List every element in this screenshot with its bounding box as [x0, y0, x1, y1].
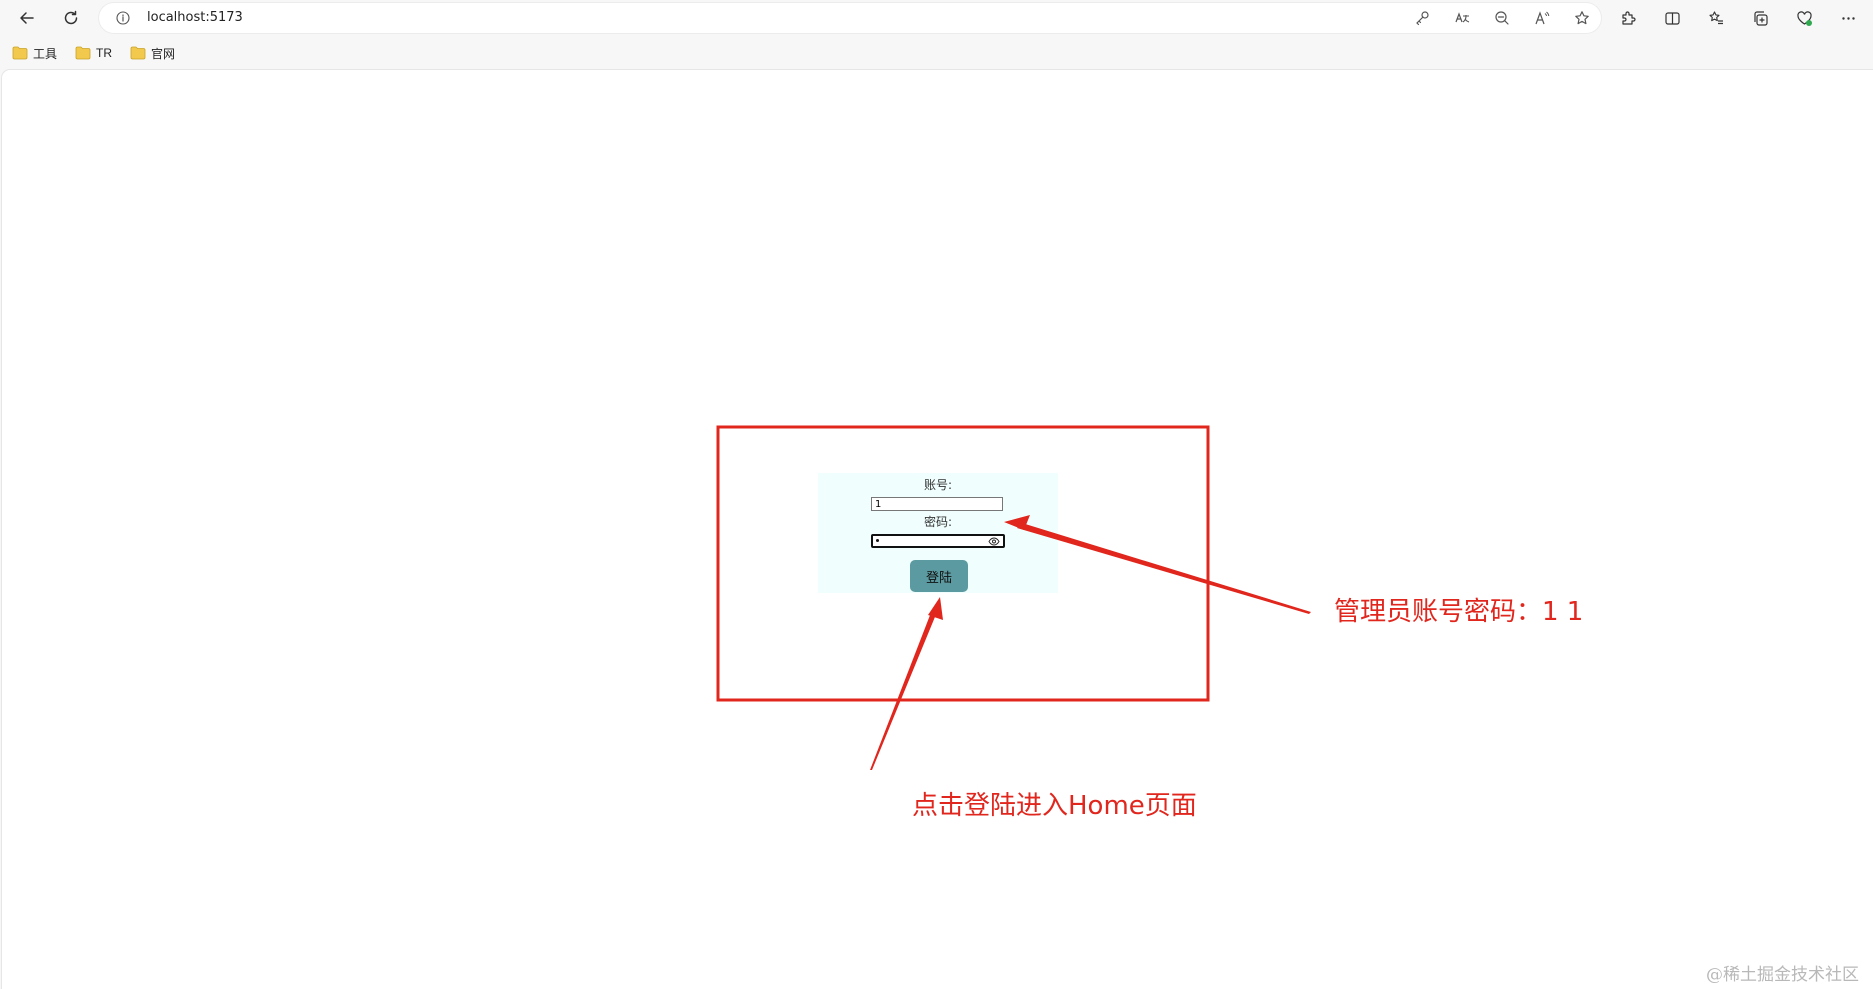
translate-button[interactable]: [1451, 8, 1473, 28]
translate-icon: [1455, 12, 1470, 23]
password-mask-dot: [876, 539, 879, 542]
refresh-icon: [64, 10, 78, 25]
url-text[interactable]: localhost:5173: [147, 10, 243, 25]
click-login-note: 点击登陆进入Home页面: [912, 791, 1197, 821]
bookmark-tools[interactable]: 工具: [12, 44, 57, 62]
more-menu-button[interactable]: [1833, 6, 1863, 30]
browser-toolbar: localhost:5173: [0, 0, 1873, 36]
bookmark-label: 工具: [33, 46, 58, 61]
folder-icon: [75, 46, 91, 60]
favorites-button[interactable]: [1701, 6, 1731, 30]
read-aloud-icon: [1535, 11, 1550, 25]
folder-icon: [130, 46, 146, 60]
key-icon: [1416, 11, 1429, 26]
split-screen-icon: [1664, 11, 1680, 25]
address-bar-tools: [1411, 8, 1593, 28]
favorite-button[interactable]: [1571, 8, 1593, 28]
bookmark-label: 官网: [151, 46, 176, 61]
folder-icon: [12, 46, 28, 60]
login-button[interactable]: 登陆: [910, 560, 968, 592]
back-button[interactable]: [13, 5, 41, 31]
key-button[interactable]: [1411, 8, 1433, 28]
browser-essentials-button[interactable]: [1789, 6, 1819, 30]
split-screen-button[interactable]: [1657, 6, 1687, 30]
account-input[interactable]: 1: [871, 497, 1003, 511]
zoom-out-icon: [1495, 11, 1509, 25]
address-bar[interactable]: localhost:5173: [99, 3, 1601, 33]
zoom-out-button[interactable]: [1491, 8, 1513, 28]
browser-right-tools: [1613, 6, 1863, 30]
favorites-list-icon: [1708, 10, 1723, 24]
refresh-button[interactable]: [57, 5, 85, 31]
puzzle-icon: [1621, 10, 1636, 25]
more-dots-icon: [1841, 16, 1855, 20]
bookmark-tr[interactable]: TR: [75, 44, 112, 62]
admin-credentials-note: 管理员账号密码：1 1: [1334, 597, 1584, 627]
star-icon: [1575, 11, 1589, 25]
info-icon[interactable]: [116, 11, 130, 25]
heart-pulse-icon: [1796, 10, 1812, 26]
bookmarks-bar: 工具 TR 官网: [0, 36, 1873, 68]
password-input[interactable]: [871, 534, 1005, 548]
account-label: 账号:: [923, 478, 953, 492]
password-label: 密码:: [923, 515, 953, 529]
bookmark-label: TR: [96, 46, 112, 60]
arrow-left-icon: [20, 12, 34, 24]
bookmark-official-site[interactable]: 官网: [130, 44, 175, 62]
eye-icon[interactable]: [988, 537, 1000, 546]
collections-icon: [1753, 10, 1768, 26]
extensions-button[interactable]: [1613, 6, 1643, 30]
read-aloud-button[interactable]: [1531, 8, 1553, 28]
login-form: 账号: 1 密码: 登陆: [818, 473, 1058, 593]
collections-button[interactable]: [1745, 6, 1775, 30]
watermark: @稀土掘金技术社区: [1706, 965, 1859, 985]
